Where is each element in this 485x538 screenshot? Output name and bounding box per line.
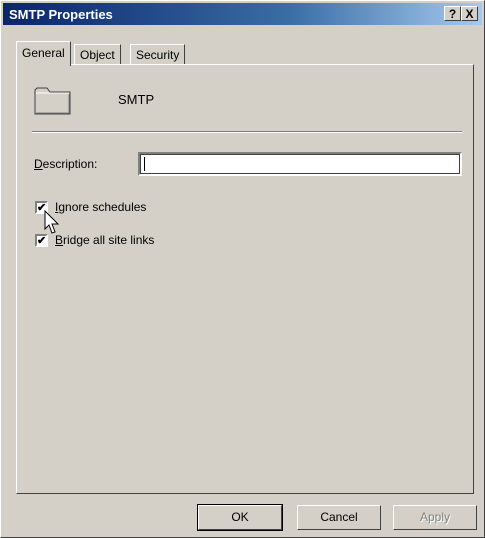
tab-security[interactable]: Security [130,44,186,65]
description-input[interactable] [138,152,462,176]
tab-general[interactable]: General [16,41,71,66]
folder-icon [34,87,71,115]
general-tab-panel [16,64,474,494]
text-caret [144,157,145,171]
tab-object[interactable]: Object [74,44,121,65]
close-button[interactable]: X [461,6,478,21]
cancel-button[interactable]: Cancel [297,505,381,530]
title-bar[interactable]: SMTP Properties ? X [3,3,482,25]
bridge-site-links-label: Bridge all site links [55,233,155,247]
mouse-cursor-icon [44,210,60,234]
apply-button[interactable]: Apply [393,505,477,530]
help-button[interactable]: ? [444,6,461,21]
ignore-schedules-label: Ignore schedules [55,200,147,214]
window-title: SMTP Properties [9,7,113,22]
divider [32,131,462,133]
object-name: SMTP [118,92,155,107]
description-label: Description: [34,157,98,171]
ok-button[interactable]: OK [197,504,283,531]
